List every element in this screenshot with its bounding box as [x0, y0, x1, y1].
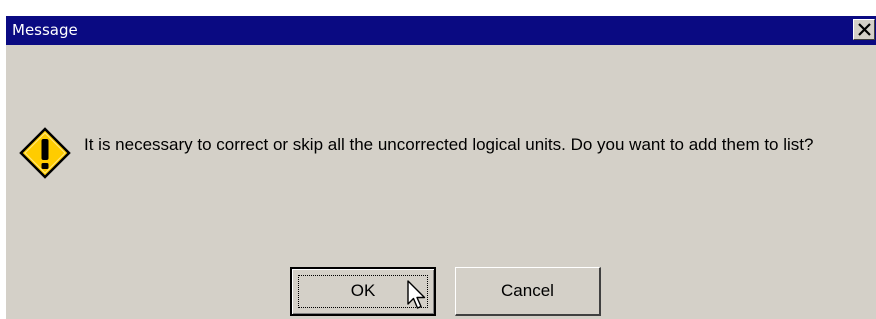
close-button[interactable]: [853, 19, 875, 40]
dialog-left-edge: [0, 16, 6, 319]
message-dialog: Message It is necessary to correct or sk…: [0, 0, 876, 319]
cancel-button[interactable]: Cancel: [455, 267, 601, 316]
mouse-pointer-icon: [407, 280, 426, 309]
close-icon: [858, 23, 871, 36]
cancel-button-label: Cancel: [501, 281, 554, 300]
ok-button-label: OK: [350, 281, 376, 300]
window-title: Message: [12, 21, 78, 39]
dialog-top-margin: [0, 0, 876, 16]
warning-icon: [19, 127, 71, 179]
dialog-message: It is necessary to correct or skip all t…: [84, 135, 814, 154]
title-bar[interactable]: Message: [6, 16, 876, 45]
